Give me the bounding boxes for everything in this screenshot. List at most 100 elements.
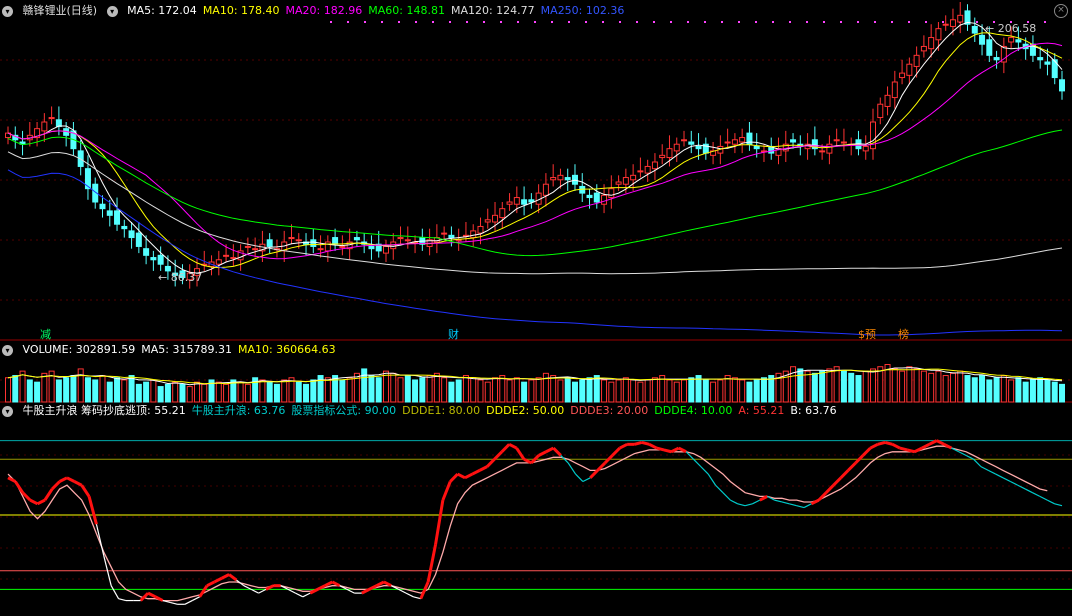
volume-header: ▾ VOLUME: 302891.59 MA5: 315789.31 MA10: 3…: [0, 342, 348, 358]
series-A-segment: [774, 499, 783, 503]
volume-bar: [492, 377, 499, 403]
series-A-segment: [1046, 499, 1055, 505]
volume-bar: [63, 377, 70, 403]
candle-body: [986, 39, 993, 56]
candle-body: [295, 239, 302, 242]
indicator-header: ▾ 牛股主升浪 筹码抄底逃顶: 55.21 牛股主升浪: 63.76 股票指标公式:…: [0, 403, 849, 419]
series-A-segment: [1010, 480, 1019, 486]
volume-bar: [106, 381, 113, 403]
series-A-segment: [493, 450, 503, 461]
volume-bar: [557, 379, 564, 403]
volume-bar: [673, 381, 680, 403]
signal-dot: [738, 21, 740, 23]
volume-bar: [426, 375, 433, 403]
volume-bar: [84, 377, 91, 403]
volume-bar: [201, 383, 208, 403]
collapse-icon[interactable]: ▾: [2, 5, 13, 17]
series-A-segment: [663, 448, 672, 454]
series-A-segment: [250, 588, 259, 594]
series-A-segment: [243, 585, 252, 590]
volume-bar: [535, 377, 542, 403]
event-marker-2[interactable]: $预: [858, 326, 876, 342]
series-A-segment: [988, 469, 996, 475]
indicator-label-4: DDDE2: 50.00: [486, 404, 565, 417]
volume-bar: [877, 366, 884, 403]
series-A-segment: [789, 503, 797, 507]
candle-body: [913, 54, 920, 67]
volume-bar: [906, 366, 913, 403]
series-A-segment: [545, 446, 555, 454]
volume-bar: [1022, 381, 1029, 403]
series-A-segment: [1054, 503, 1063, 507]
series-A-segment: [913, 446, 923, 454]
volume-bar: [499, 375, 506, 403]
series-A-segment: [346, 588, 355, 594]
volume-bar: [361, 368, 368, 403]
candle-body: [979, 34, 986, 45]
close-icon[interactable]: ×: [1054, 4, 1068, 18]
candle-body: [143, 248, 150, 256]
candle-body: [928, 37, 935, 50]
event-marker-1[interactable]: 财: [448, 326, 459, 342]
candle-body: [651, 161, 658, 170]
volume-bar: [710, 381, 717, 403]
volume-bar: [739, 379, 746, 403]
candle-body: [615, 181, 622, 185]
series-A-segment: [619, 442, 628, 450]
series-A-segment: [43, 488, 54, 501]
volume-menu-icon[interactable]: ▾: [2, 344, 13, 356]
event-marker-0[interactable]: 减: [40, 326, 51, 342]
candle-body: [833, 139, 840, 142]
volume-bar: [150, 379, 157, 403]
series-A-segment: [552, 446, 562, 457]
stock-chart[interactable]: ← 206.58 ← 86.37: [0, 0, 1072, 616]
signal-dot: [364, 21, 366, 23]
volume-bar: [571, 381, 578, 403]
candle-body: [949, 19, 956, 27]
signal-dot: [840, 21, 842, 23]
series-A-segment: [899, 446, 908, 452]
series-A-segment: [206, 580, 216, 588]
volume-bar: [1051, 381, 1058, 403]
series-A-segment: [441, 480, 452, 501]
volume-bar: [579, 379, 586, 403]
event-marker-3[interactable]: 榜: [898, 326, 909, 342]
signal-dot: [857, 21, 859, 23]
volume-bar: [797, 368, 804, 403]
series-A-segment: [943, 442, 953, 450]
volume-bar: [5, 377, 11, 403]
signal-dot: [381, 21, 383, 23]
volume-bar: [310, 379, 317, 403]
volume-bar: [840, 370, 847, 403]
volume-bar: [215, 381, 222, 403]
volume-bar: [259, 379, 266, 403]
signal-dot: [568, 21, 570, 23]
volume-bar: [281, 379, 288, 403]
candle-body: [644, 165, 651, 174]
signal-dot: [806, 21, 808, 23]
indicator-panel-menu-icon[interactable]: ▾: [2, 405, 13, 417]
series-A-segment: [700, 466, 709, 475]
volume-bar: [848, 372, 855, 403]
volume-bar: [441, 377, 448, 403]
candle-body: [252, 248, 259, 251]
indicator-menu-icon[interactable]: ▾: [106, 5, 118, 17]
signal-dot: [976, 21, 978, 23]
series-A-segment: [302, 592, 311, 598]
volume-bar: [186, 386, 193, 403]
volume-bar: [811, 372, 818, 403]
series-A-segment: [1002, 477, 1011, 483]
series-A-segment: [434, 499, 445, 546]
series-A-segment: [184, 600, 193, 605]
candle-body: [266, 239, 273, 247]
candle-body: [826, 143, 833, 154]
volume-bar: [630, 379, 637, 403]
volume-bar: [77, 368, 84, 403]
candle-body: [470, 230, 477, 239]
volume-bar: [804, 370, 811, 403]
volume-bar: [550, 375, 557, 403]
volume-bar: [455, 379, 462, 403]
volume-ma-label-1: MA5: 315789.31: [141, 343, 232, 356]
candle-body: [586, 194, 593, 199]
candle-body: [404, 239, 411, 242]
